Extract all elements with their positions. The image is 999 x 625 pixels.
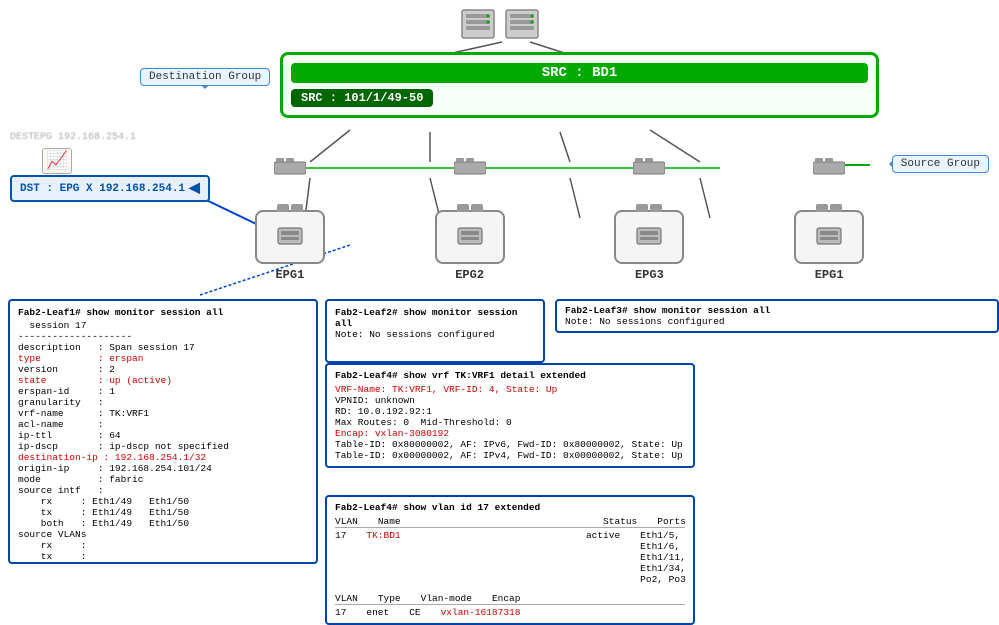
- left-terminal-tx: tx : Eth1/49 Eth1/50: [18, 507, 308, 518]
- arrow-left-icon: ◀: [189, 180, 200, 197]
- vlan-row-id: 17: [335, 530, 346, 585]
- left-terminal-both: both : Eth1/49 Eth1/50: [18, 518, 308, 529]
- epg-node-4: EPG1: [794, 210, 864, 282]
- epg-device-icon-2: [456, 226, 484, 248]
- encap-line: Encap: vxlan-3080192: [335, 428, 685, 439]
- src-port-label: SRC : 101/1/49-50: [291, 89, 433, 107]
- left-terminal-gran: granularity :: [18, 397, 308, 408]
- server-icon-2: [504, 8, 540, 40]
- left-terminal-version: version : 2: [18, 364, 308, 375]
- left-terminal-panel: Fab2-Leaf1# show monitor session all ses…: [8, 299, 318, 564]
- panels-area: Fab2-Leaf1# show monitor session all ses…: [0, 295, 999, 568]
- dst-epg-label: DST : EPG X 192.168.254.1: [20, 183, 185, 195]
- vlan-row-ports: Eth1/5, Eth1/6, Eth1/11,Eth1/34, Po2, Po…: [640, 530, 686, 585]
- epg-label-2: EPG2: [435, 268, 505, 282]
- vrf-panel: Fab2-Leaf4# show vrf TK:VRF1 detail exte…: [325, 363, 695, 468]
- epg-device-icon-1: [276, 226, 304, 248]
- vlan-type-row-mode: CE: [409, 607, 420, 618]
- left-terminal-type: type : erspan: [18, 353, 308, 364]
- left-terminal-dst-ip: destination-ip : 192.168.254.1/32: [18, 452, 308, 463]
- left-terminal-dscp: ip-dscp : ip-dscp not specified: [18, 441, 308, 452]
- left-terminal-desc: description : Span session 17: [18, 342, 308, 353]
- vlan-panel: Fab2-Leaf4# show vlan id 17 extended VLA…: [325, 495, 695, 625]
- vlan-type-col-type: Type: [378, 593, 401, 604]
- mid-terminal-title: Fab2-Leaf2# show monitor session all: [335, 307, 535, 329]
- left-terminal-vrf: vrf-name : TK:VRF1: [18, 408, 308, 419]
- left-terminal-src-intf: source intf :: [18, 485, 308, 496]
- table-ipv4-line: Table-ID: 0x00000002, AF: IPv4, Fwd-ID: …: [335, 450, 685, 461]
- vlan-row-name: TK:BD1: [366, 530, 566, 585]
- switch-row: [200, 158, 919, 178]
- epg-node-2: EPG2: [435, 210, 505, 282]
- dst-top-label: DESTEPG 192.168.254.1: [10, 132, 136, 143]
- vrf-panel-title: Fab2-Leaf4# show vrf TK:VRF1 detail exte…: [335, 370, 685, 381]
- vlan-col-status: Status: [603, 516, 637, 527]
- right-panels: Fab2-Leaf3# show monitor session all Not…: [555, 299, 999, 337]
- left-terminal-acl: acl-name :: [18, 419, 308, 430]
- switch-icon-3: [633, 158, 665, 178]
- left-terminal-vlan-rx: rx :: [18, 540, 308, 551]
- vpnid-line: VPNID: unknown: [335, 395, 685, 406]
- right-terminal-title: Fab2-Leaf3# show monitor session all: [565, 305, 989, 316]
- vlan-type-row-type: enet: [366, 607, 389, 618]
- switch-icon-2: [454, 158, 486, 178]
- left-terminal-state: state : up (active): [18, 375, 308, 386]
- left-terminal-vlan-tx: tx :: [18, 551, 308, 562]
- vlan-type-row-encap: vxlan-16187318: [441, 607, 521, 618]
- right-terminal-note: Note: No sessions configured: [565, 316, 989, 327]
- left-terminal-src-vlans: source VLANs: [18, 529, 308, 540]
- left-terminal-erspan: erspan-id : 1: [18, 386, 308, 397]
- rd-line: RD: 10.0.192.92:1: [335, 406, 685, 417]
- epg-node-3: EPG3: [614, 210, 684, 282]
- left-terminal-origin-ip: origin-ip : 192.168.254.101/24: [18, 463, 308, 474]
- left-terminal-mode: mode : fabric: [18, 474, 308, 485]
- table-ipv6-line: Table-ID: 0x80000002, AF: IPv6, Fwd-ID: …: [335, 439, 685, 450]
- left-terminal-line-session: session 17: [18, 320, 308, 331]
- right-top-terminal-panel: Fab2-Leaf3# show monitor session all Not…: [555, 299, 999, 333]
- left-terminal-sep: --------------------: [18, 331, 308, 342]
- vlan-row-status: active: [586, 530, 620, 585]
- vlan-type-col-encap: Encap: [492, 593, 521, 604]
- epg-node-1: EPG1: [255, 210, 325, 282]
- server-icon-1: [460, 8, 496, 40]
- diagram-area: SRC : BD1 SRC : 101/1/49-50 Destination …: [0, 0, 999, 300]
- left-terminal-rx: rx : Eth1/49 Eth1/50: [18, 496, 308, 507]
- vlan-col-name: Name: [378, 516, 583, 527]
- vrf-name-line: VRF-Name: TK:VRF1, VRF-ID: 4, State: Up: [335, 384, 685, 395]
- vlan-type-data-row: 17 enet CE vxlan-16187318: [335, 607, 685, 618]
- vlan-panel-title: Fab2-Leaf4# show vlan id 17 extended: [335, 502, 685, 513]
- epg-label-3: EPG3: [614, 268, 684, 282]
- switch-icon-1: [274, 158, 306, 178]
- epg-label-4: EPG1: [794, 268, 864, 282]
- left-terminal-vlan-both: both :: [18, 562, 308, 564]
- vlan-type-col-vlan: VLAN: [335, 593, 358, 604]
- vlan-header-row: VLAN Name Status Ports: [335, 516, 685, 528]
- epg-row: EPG1 EPG2: [200, 210, 919, 282]
- vlan-col-ports: Ports: [657, 516, 686, 527]
- vlan-type-header-row: VLAN Type Vlan-mode Encap: [335, 593, 685, 605]
- analytics-icon: 📈: [42, 148, 72, 174]
- vlan-data-row: 17 TK:BD1 active Eth1/5, Eth1/6, Eth1/11…: [335, 530, 685, 585]
- epg-device-icon-4: [815, 226, 843, 248]
- dst-epg-box: DST : EPG X 192.168.254.1 ◀: [10, 175, 210, 202]
- server-icons: [460, 8, 540, 40]
- vlan-type-col-mode: Vlan-mode: [421, 593, 472, 604]
- src-bd1-label: SRC : BD1: [291, 63, 868, 83]
- switch-icon-4: [813, 158, 845, 178]
- src-bd1-box: SRC : BD1 SRC : 101/1/49-50: [280, 52, 879, 118]
- vlan-type-row-id: 17: [335, 607, 346, 618]
- vlan-col-vlan: VLAN: [335, 516, 358, 527]
- destination-group-tooltip: Destination Group: [140, 68, 270, 86]
- left-terminal-ttl: ip-ttl : 64: [18, 430, 308, 441]
- mid-terminal-note: Note: No sessions configured: [335, 329, 535, 340]
- max-routes-line: Max Routes: 0 Mid-Threshold: 0: [335, 417, 685, 428]
- epg-label-1: EPG1: [255, 268, 325, 282]
- left-terminal-title: Fab2-Leaf1# show monitor session all: [18, 307, 308, 318]
- epg-device-icon-3: [635, 226, 663, 248]
- mid-terminal-panel: Fab2-Leaf2# show monitor session all Not…: [325, 299, 545, 363]
